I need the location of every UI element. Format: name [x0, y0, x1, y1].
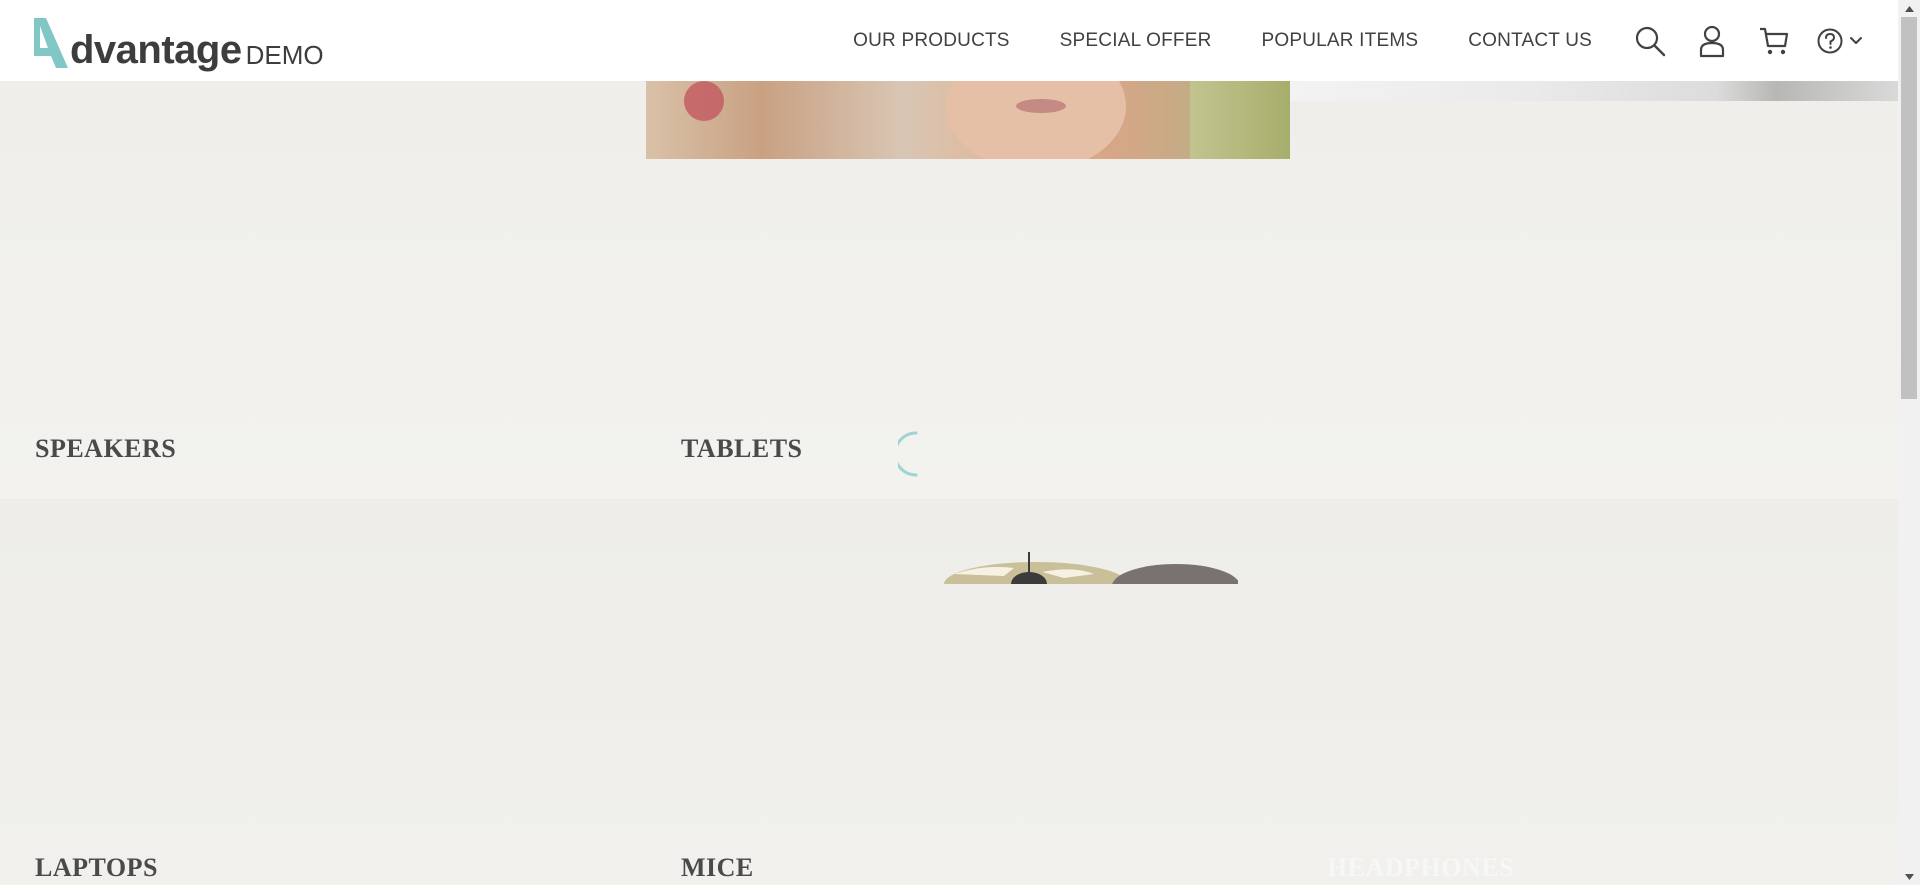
nav-popular-items[interactable]: POPULAR ITEMS — [1262, 30, 1419, 52]
nav-contact-us[interactable]: CONTACT US — [1468, 30, 1592, 52]
brand-suffix: DEMO — [245, 40, 324, 70]
top-nav-bar: dvantage DEMO OUR PRODUCTS SPECIAL OFFER… — [0, 0, 1898, 81]
brand-name: dvantage — [70, 28, 242, 72]
help-menu-button[interactable] — [1816, 27, 1864, 55]
user-icon — [1699, 25, 1725, 57]
category-mice[interactable]: MICE — [681, 853, 754, 883]
category-tablets[interactable]: TABLETS — [681, 434, 803, 464]
help-icon — [1817, 28, 1843, 53]
loading-spinner-icon — [898, 431, 918, 477]
headphones-category-image[interactable] — [1290, 81, 1898, 101]
tablets-category-image[interactable] — [646, 81, 1290, 159]
main-nav: OUR PRODUCTS SPECIAL OFFER POPULAR ITEMS… — [853, 0, 1898, 81]
main-content: SPEAKERS TABLETS LAPTOPS MICE HEADPHONES — [0, 81, 1898, 885]
scroll-up-button[interactable] — [1898, 0, 1920, 17]
nav-special-offer[interactable]: SPECIAL OFFER — [1060, 30, 1212, 52]
scrollbar-thumb[interactable] — [1901, 17, 1917, 399]
category-laptops[interactable]: LAPTOPS — [35, 853, 158, 883]
mice-category-image[interactable] — [944, 550, 1238, 584]
arrow-down-icon — [1904, 873, 1914, 880]
cart-icon — [1760, 27, 1789, 54]
user-menu-button[interactable] — [1692, 21, 1732, 61]
vertical-scrollbar[interactable] — [1898, 0, 1920, 885]
cart-button[interactable] — [1754, 21, 1794, 61]
chevron-down-icon — [1850, 36, 1862, 44]
logo-mark-icon — [34, 18, 68, 68]
search-icon — [1635, 26, 1666, 56]
arrow-up-icon — [1904, 5, 1914, 12]
search-button[interactable] — [1630, 21, 1670, 61]
category-headphones[interactable]: HEADPHONES — [1327, 853, 1514, 883]
category-speakers[interactable]: SPEAKERS — [35, 434, 176, 464]
logo[interactable]: dvantage DEMO — [28, 12, 324, 72]
nav-our-products[interactable]: OUR PRODUCTS — [853, 30, 1010, 52]
scroll-down-button[interactable] — [1898, 868, 1920, 885]
